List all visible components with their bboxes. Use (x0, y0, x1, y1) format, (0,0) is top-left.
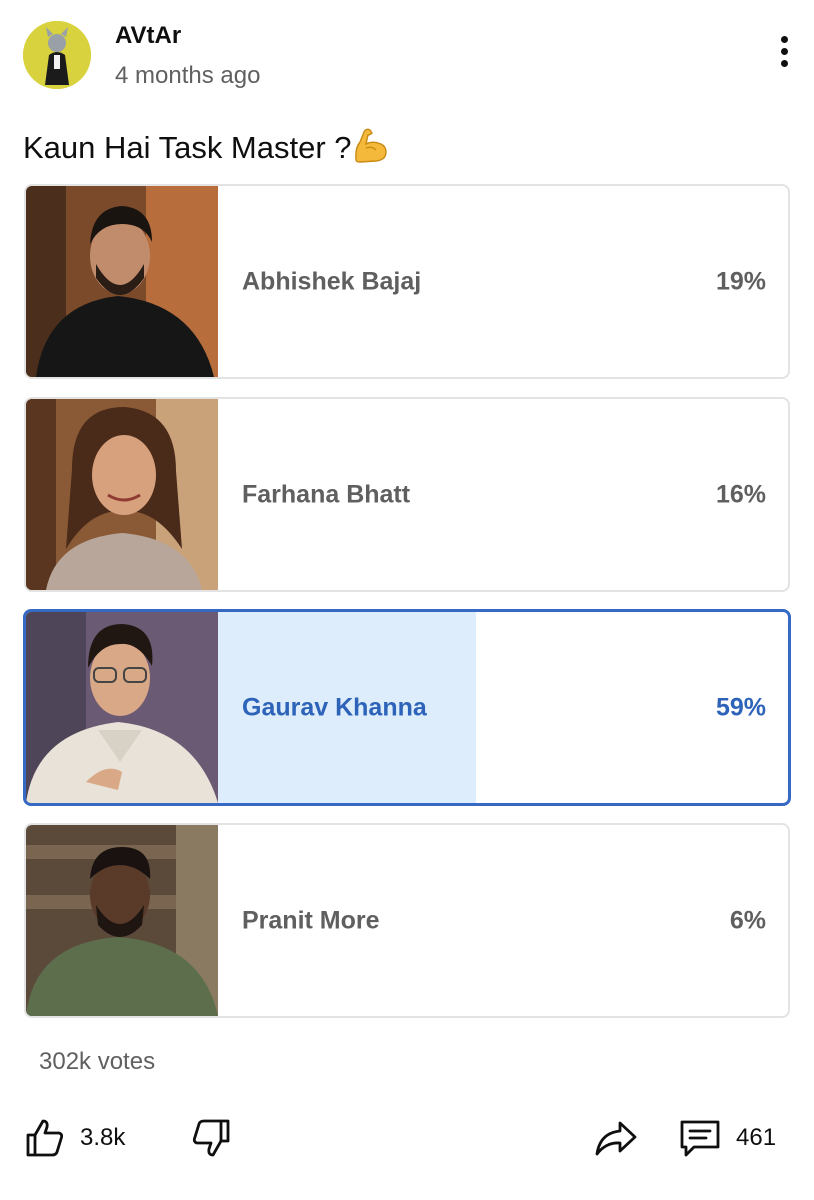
poll-option-percent: 6% (729, 906, 766, 934)
author-name[interactable]: AVtAr (115, 22, 181, 50)
option-photo-pranit (26, 825, 218, 1016)
poll-option-label: Farhana Bhatt (242, 480, 411, 508)
vote-count: 302k votes (39, 1048, 156, 1075)
post-title: Kaun Hai Task Master ? (23, 126, 390, 166)
poll-option-label: Abhishek Bajaj (242, 267, 422, 295)
post-title-text: Kaun Hai Task Master ? (23, 130, 352, 165)
like-count: 3.8k (80, 1124, 126, 1151)
poll-option-label: Pranit More (242, 906, 380, 934)
share-icon (594, 1117, 638, 1159)
option-photo-abhishek (26, 186, 218, 377)
post-time: 4 months ago (115, 62, 261, 89)
share-button[interactable] (594, 1114, 638, 1162)
poll-option[interactable]: Pranit More 6% (24, 823, 790, 1018)
poll-option-selected[interactable]: Gaurav Khanna 59% (23, 609, 791, 806)
poll-option-percent: 16% (715, 480, 766, 508)
poll-option[interactable]: Abhishek Bajaj 19% (24, 184, 790, 379)
option-photo-gaurav (26, 612, 218, 803)
thumbs-up-icon (24, 1117, 66, 1159)
poll-option-percent: 59% (715, 693, 766, 721)
poll-option[interactable]: Farhana Bhatt 16% (24, 397, 790, 592)
poll-option-label: Gaurav Khanna (242, 693, 427, 721)
thumbs-down-icon (190, 1117, 232, 1159)
comment-count: 461 (736, 1124, 777, 1151)
flexed-biceps-icon (352, 126, 390, 164)
dislike-button[interactable] (190, 1114, 232, 1162)
comment-icon (678, 1116, 722, 1160)
option-photo-farhana (26, 399, 218, 590)
like-button[interactable]: 3.8k (24, 1114, 125, 1162)
poll-option-percent: 19% (715, 267, 766, 295)
comments-button[interactable]: 461 (678, 1114, 776, 1162)
avatar[interactable] (23, 21, 91, 89)
more-options-icon[interactable] (770, 36, 798, 76)
